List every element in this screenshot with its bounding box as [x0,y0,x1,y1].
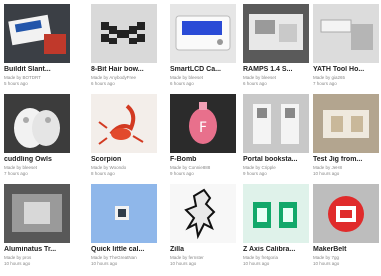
thing-author: Made by bleeset [4,165,38,170]
test-jig-thumbnail[interactable] [313,94,379,153]
thing-author: Made by TheGreatNan [91,255,137,260]
scorpion-thumbnail[interactable] [91,94,157,153]
calibration-cube-thumbnail[interactable] [91,184,157,243]
thing-title[interactable]: cuddling Owls [4,156,70,164]
bookstand-thumbnail[interactable] [243,94,309,153]
bomb-thumbnail[interactable]: F [170,94,236,153]
thing-title[interactable]: 8-Bit Hair bow... [91,66,157,74]
thing-author: Made by Connie888 [170,165,211,170]
lcd-case-thumbnail[interactable] [170,4,236,63]
aluminum-part-thumbnail[interactable] [4,184,70,243]
printer-board-thumbnail[interactable] [4,4,70,63]
thing-author: Made by gia265 [313,75,346,80]
thing-time: 10 hours ago [313,261,340,266]
thing-author: Made by BOTDRT [4,75,41,80]
thing-time: 10 hours ago [170,261,197,266]
thing-author: Made by Woondo [91,165,127,170]
thing-card[interactable]: F F-Bomb Made by Connie888 9 hours ago [170,94,236,182]
thing-card[interactable]: YATH Tool Ho... Made by gia265 7 hours a… [313,4,379,92]
thing-author: Made by bleeset [243,75,277,80]
thing-title[interactable]: Aluminatus Tr... [4,246,70,254]
thing-author: Made by fernster [170,255,204,260]
thing-title[interactable]: Zilla [170,246,236,254]
thing-card[interactable]: Scorpion Made by Woondo 8 hours ago [91,94,157,182]
thing-card[interactable]: SmartLCD Ca... Made by bleeset 6 hours a… [170,4,236,92]
thing-time: 10 hours ago [243,261,270,266]
thing-time: 8 hours ago [91,171,115,176]
thing-card[interactable]: Portal booksta... Made by Cripple 9 hour… [243,94,309,182]
thing-title[interactable]: F-Bomb [170,156,236,164]
thing-time: 7 hours ago [4,171,28,176]
thing-time: 9 hours ago [243,171,267,176]
thing-card[interactable]: RAMPS 1.4 S... Made by bleeset 6 hours a… [243,4,309,92]
thing-title[interactable]: Portal booksta... [243,156,309,164]
dinosaur-thumbnail[interactable] [170,184,236,243]
thing-title[interactable]: MakerBelt [313,246,379,254]
owls-thumbnail[interactable] [4,94,70,153]
thing-card[interactable]: Test Jig from... Made by JeH8 10 hours a… [313,94,379,182]
thing-time: 9 hours ago [170,171,194,176]
thing-title[interactable]: Buildit Slant... [4,66,70,74]
thing-card[interactable]: cuddling Owls Made by bleeset 7 hours ag… [4,94,70,182]
thing-card[interactable]: Aluminatus Tr... Made by pros 10 hours a… [4,184,70,272]
thing-author: Made by JeH8 [313,165,343,170]
thing-time: 6 hours ago [243,81,267,86]
thing-title[interactable]: Test Jig from... [313,156,379,164]
thing-card[interactable]: MakerBelt Made by 7gg 10 hours ago [313,184,379,272]
thing-time: 7 hours ago [313,81,337,86]
thing-time: 6 hours ago [170,81,194,86]
thing-card[interactable]: Zilla Made by fernster 10 hours ago [170,184,236,272]
thing-title[interactable]: SmartLCD Ca... [170,66,236,74]
thing-card[interactable]: Quick little cal... Made by TheGreatNan … [91,184,157,272]
thing-title[interactable]: Scorpion [91,156,157,164]
thing-author: Made by fretgoria [243,255,279,260]
svg-text:F: F [199,120,207,136]
thing-time: 10 hours ago [313,171,340,176]
thing-author: Made by 7gg [313,255,340,260]
thing-card[interactable]: 8-Bit Hair bow... Made by AnybodyFree 6 … [91,4,157,92]
thing-title[interactable]: RAMPS 1.4 S... [243,66,309,74]
thing-time: 10 hours ago [4,261,31,266]
thing-time: 5 hours ago [4,81,28,86]
thing-card[interactable]: Buildit Slant... Made by BOTDRT 5 hours … [4,4,70,92]
thing-grid: Buildit Slant... Made by BOTDRT 5 hours … [0,0,381,276]
thing-author: Made by pros [4,255,32,260]
thing-card[interactable]: Z Axis Calibra... Made by fretgoria 10 h… [243,184,309,272]
thing-time: 10 hours ago [91,261,118,266]
z-axis-thumbnail[interactable] [243,184,309,243]
thing-author: Made by bleeset [170,75,204,80]
thing-author: Made by Cripple [243,165,276,170]
electronics-board-thumbnail[interactable] [243,4,309,63]
tool-holder-thumbnail[interactable] [313,4,379,63]
pixel-bow-thumbnail[interactable] [91,4,157,63]
thing-title[interactable]: YATH Tool Ho... [313,66,379,74]
makerbot-logo-thumbnail[interactable] [313,184,379,243]
thing-author: Made by AnybodyFree [91,75,137,80]
thing-time: 6 hours ago [91,81,115,86]
thing-title[interactable]: Z Axis Calibra... [243,246,309,254]
thing-title[interactable]: Quick little cal... [91,246,157,254]
